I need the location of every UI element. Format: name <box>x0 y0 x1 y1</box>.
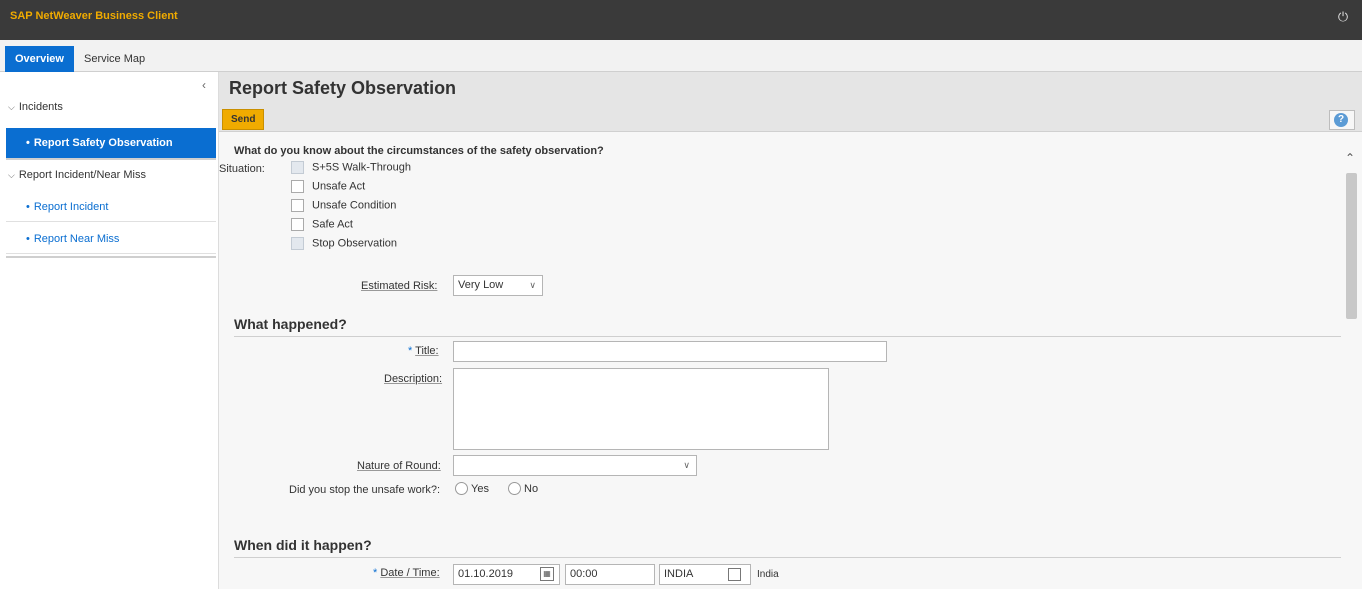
section-divider <box>234 557 1341 558</box>
chevron-down-icon: ∨ <box>529 280 536 290</box>
sidebar-item-report-incident[interactable]: • Report Incident <box>6 192 216 222</box>
page-header: Report Safety Observation Send ? <box>219 72 1362 132</box>
power-icon[interactable]: ⏻ <box>1336 10 1350 24</box>
section-when-happened: When did it happen? <box>234 537 372 553</box>
estimated-risk-label: Estimated Risk: <box>361 280 438 292</box>
checkbox[interactable] <box>291 199 304 212</box>
title-bar: SAP NetWeaver Business Client ⏻ <box>0 0 1362 40</box>
chevron-down-icon: ⌵ <box>8 170 15 180</box>
title-label-text: Title: <box>415 345 439 357</box>
bullet-icon: • <box>26 137 30 149</box>
chevron-down-icon: ∨ <box>683 460 690 470</box>
estimated-risk-select[interactable]: Very Low ∨ <box>453 275 543 296</box>
radio-no[interactable] <box>508 482 522 495</box>
sidebar-item-label: Report Safety Observation <box>33 137 173 149</box>
bullet-icon: • <box>26 201 30 213</box>
tab-service-map[interactable]: Service Map <box>74 46 155 72</box>
tab-bar: Overview Service Map <box>0 40 1362 72</box>
datetime-label: * Date / Time: <box>373 567 440 579</box>
sidebar-divider <box>6 158 216 160</box>
value-help-icon[interactable] <box>728 568 741 581</box>
calendar-icon[interactable]: ▦ <box>540 567 554 581</box>
nature-of-round-label: Nature of Round: <box>357 460 441 472</box>
collapse-sidebar-icon[interactable]: ‹ <box>202 78 206 92</box>
description-label: Description: <box>384 373 443 385</box>
checkbox-label: Safe Act <box>312 218 353 231</box>
situation-checkbox-row[interactable]: S+5S Walk-Through <box>291 161 411 177</box>
vertical-scrollbar[interactable]: ⌃ <box>1341 133 1362 589</box>
send-button[interactable]: Send <box>222 109 265 130</box>
title-label: * Title: <box>408 345 439 357</box>
sidebar-item-label: Report Incident <box>33 201 109 213</box>
form-content: What do you know about the circumstances… <box>219 133 1341 589</box>
page-title: Report Safety Observation <box>229 78 457 98</box>
timezone-description: India <box>757 569 779 580</box>
app-title: SAP NetWeaver Business Client <box>10 10 178 22</box>
description-textarea[interactable] <box>453 368 829 450</box>
checkbox[interactable] <box>291 180 304 193</box>
time-input[interactable]: 00:00 <box>565 564 655 585</box>
radio-no-label: No <box>524 482 539 495</box>
sidebar-divider <box>6 256 216 258</box>
situation-checkbox-row[interactable]: Stop Observation <box>291 237 397 253</box>
situation-checkbox-row[interactable]: Unsafe Condition <box>291 199 396 215</box>
checkbox[interactable] <box>291 161 304 174</box>
radio-yes[interactable] <box>455 482 468 495</box>
title-input[interactable] <box>453 341 887 362</box>
main-panel: Report Safety Observation Send ? What do… <box>218 72 1362 589</box>
help-icon: ? <box>1334 113 1348 127</box>
nav-group-label: Incidents <box>18 101 63 113</box>
nav-group-report-incident-near-miss[interactable]: ⌵ Report Incident/Near Miss <box>8 169 146 181</box>
chevron-down-icon: ⌵ <box>8 102 15 112</box>
required-marker: * <box>408 345 413 357</box>
tab-overview[interactable]: Overview <box>5 46 74 72</box>
circumstances-question: What do you know about the circumstances… <box>234 145 604 157</box>
datetime-label-text: Date / Time: <box>380 567 440 579</box>
sidebar-item-label: Report Near Miss <box>33 233 120 245</box>
checkbox-label: Unsafe Act <box>312 180 366 193</box>
checkbox[interactable] <box>291 237 304 250</box>
section-what-happened: What happened? <box>234 316 347 332</box>
nature-of-round-select[interactable]: ∨ <box>453 455 697 476</box>
scroll-up-icon[interactable]: ⌃ <box>1345 151 1355 165</box>
sidebar-item-report-near-miss[interactable]: • Report Near Miss <box>6 224 216 254</box>
sidebar-item-report-safety-observation[interactable]: • Report Safety Observation <box>6 128 216 158</box>
nav-group-incidents[interactable]: ⌵ Incidents <box>8 101 63 113</box>
required-marker: * <box>373 567 378 579</box>
checkbox[interactable] <box>291 218 304 231</box>
section-divider <box>234 336 1341 337</box>
estimated-risk-value: Very Low <box>458 279 504 291</box>
situation-checkbox-row[interactable]: Unsafe Act <box>291 180 365 196</box>
radio-yes-label: Yes <box>471 482 489 495</box>
stop-unsafe-work-label: Did you stop the unsafe work?: <box>289 484 441 496</box>
checkbox-label: Stop Observation <box>312 237 397 250</box>
situation-label: Situation: <box>219 163 265 175</box>
bullet-icon: • <box>26 233 30 245</box>
checkbox-label: Unsafe Condition <box>312 199 397 212</box>
checkbox-label: S+5S Walk-Through <box>312 161 411 174</box>
nav-group-label: Report Incident/Near Miss <box>18 169 146 181</box>
scroll-thumb[interactable] <box>1346 173 1357 319</box>
situation-checkbox-row[interactable]: Safe Act <box>291 218 353 234</box>
sidebar: ‹ ⌵ Incidents • Report Safety Observation … <box>0 72 216 589</box>
stop-unsafe-work-radio-group: Yes No <box>455 482 554 495</box>
help-button[interactable]: ? <box>1329 110 1355 130</box>
